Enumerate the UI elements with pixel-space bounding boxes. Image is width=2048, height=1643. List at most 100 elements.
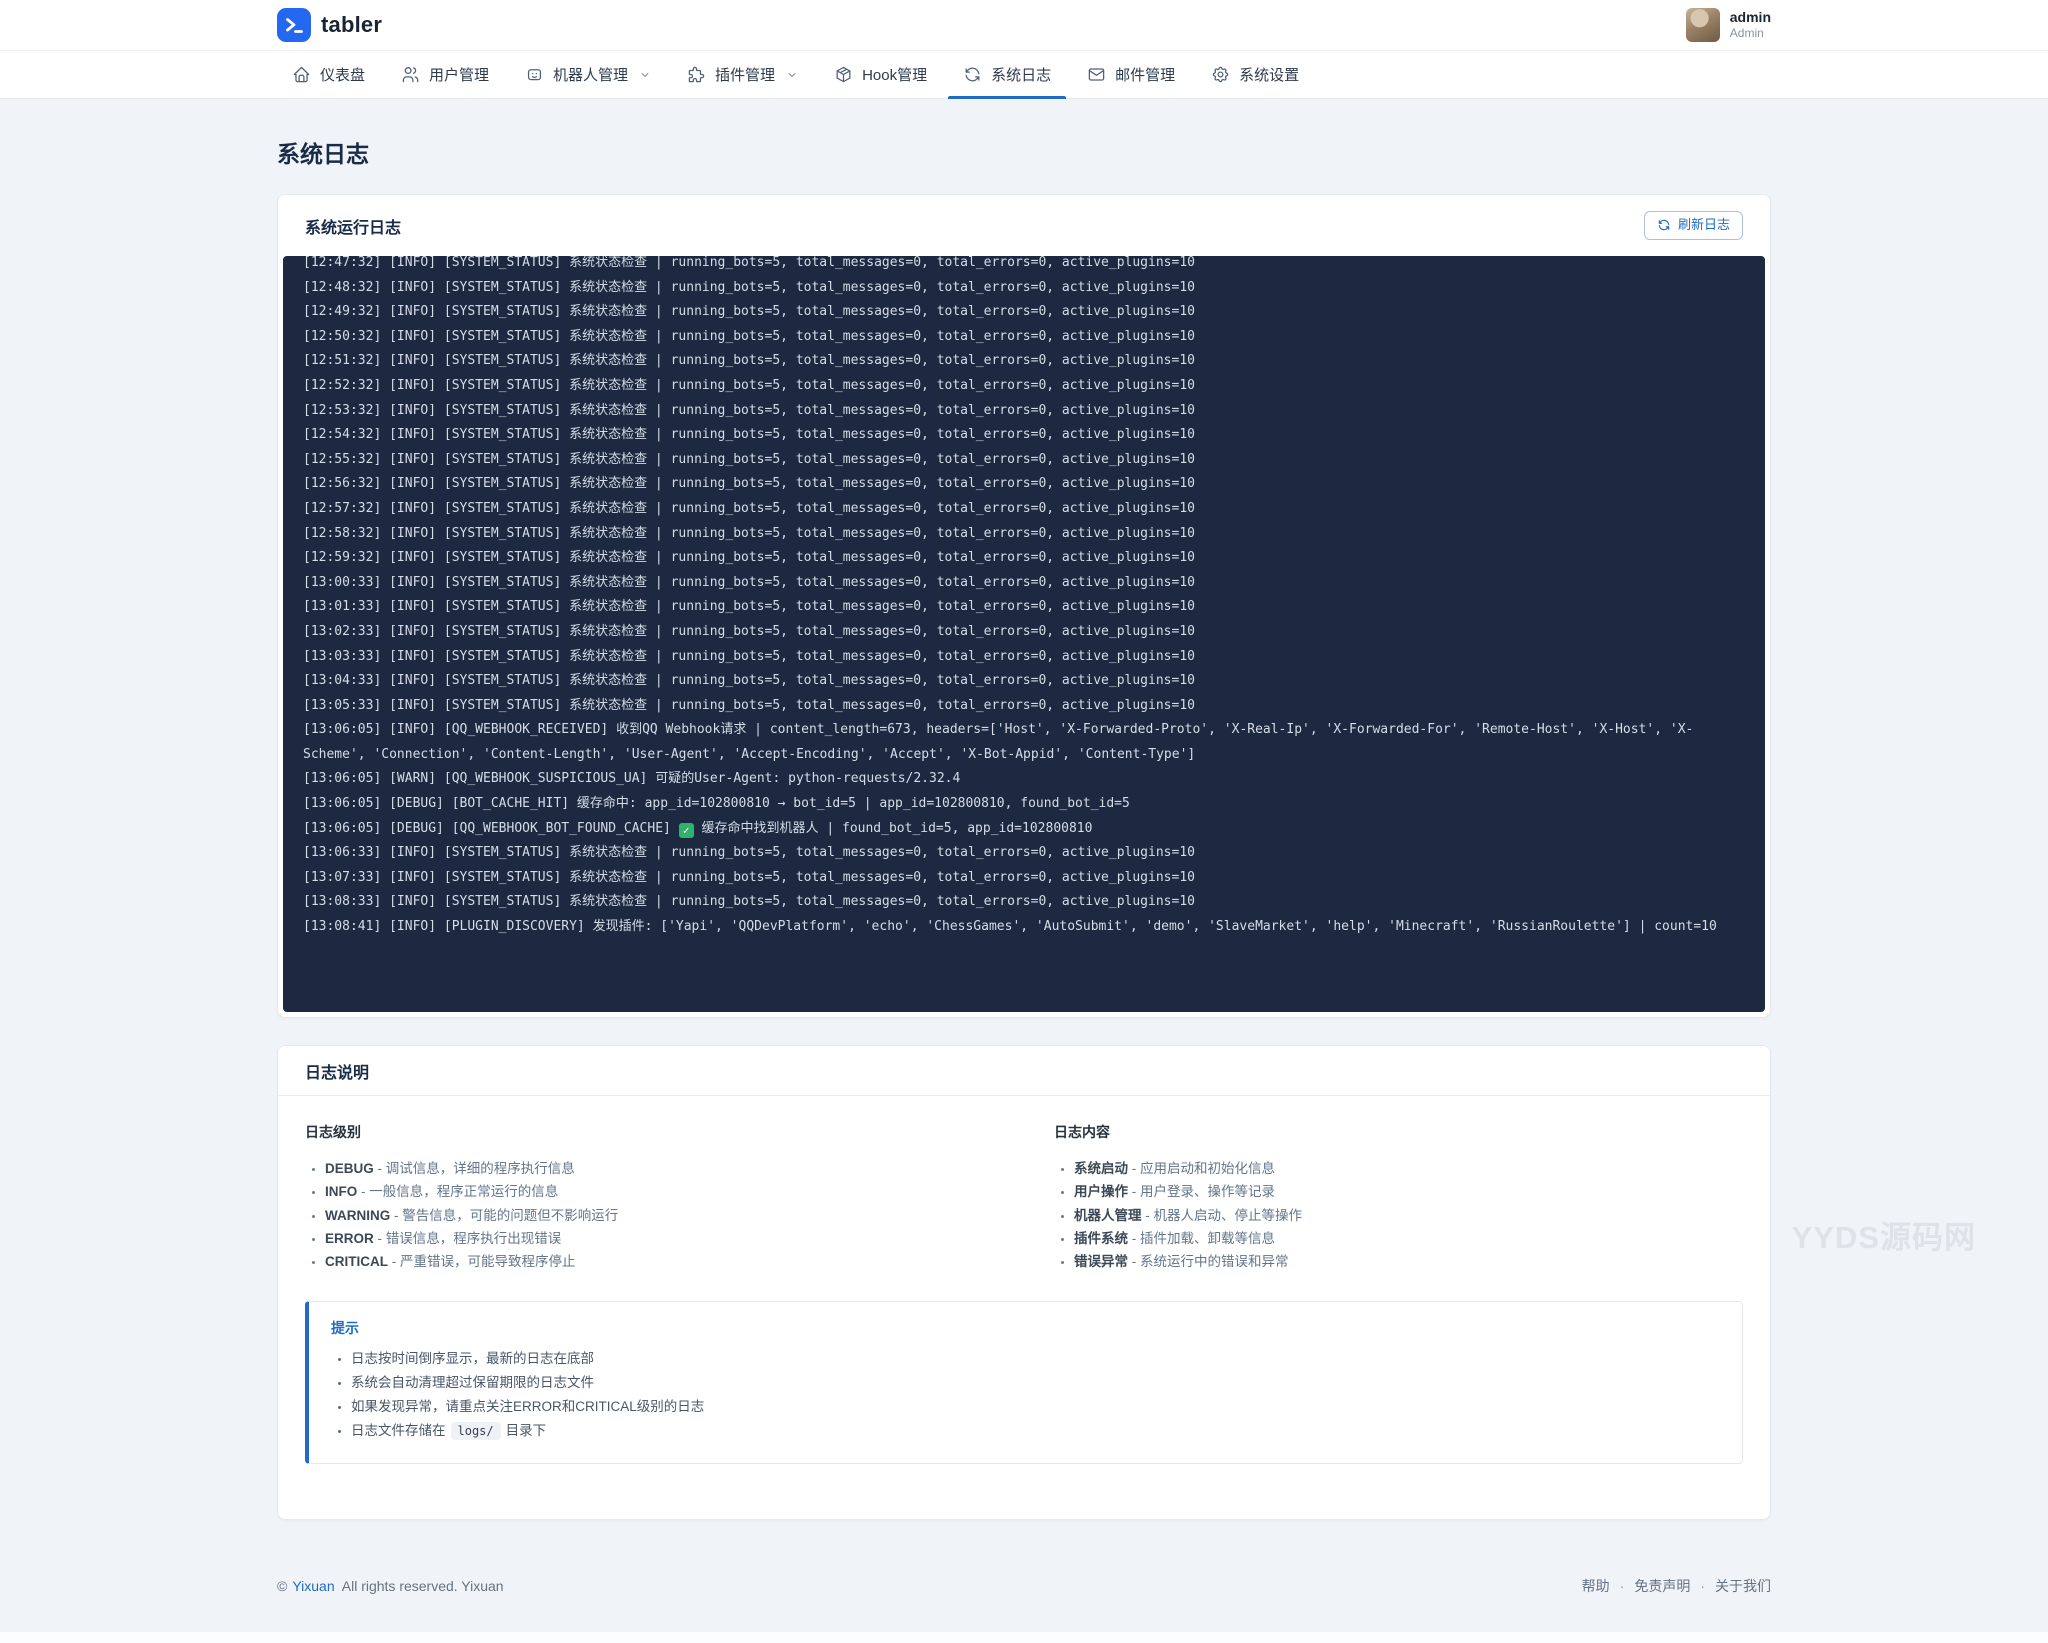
- nav-item-robot[interactable]: 机器人管理: [510, 51, 666, 98]
- log-line: [12:54:32] [INFO] [SYSTEM_STATUS] 系统状态检查…: [303, 423, 1745, 448]
- log-line: [13:06:33] [INFO] [SYSTEM_STATUS] 系统状态检查…: [303, 841, 1745, 866]
- list-item: CRITICAL - 严重错误，可能导致程序停止: [325, 1250, 994, 1273]
- log-line: [13:03:33] [INFO] [SYSTEM_STATUS] 系统状态检查…: [303, 645, 1745, 670]
- log-line: [13:06:05] [WARN] [QQ_WEBHOOK_SUSPICIOUS…: [303, 767, 1745, 792]
- nav-item-label: 系统设置: [1239, 64, 1299, 85]
- list-item: ERROR - 错误信息，程序执行出现错误: [325, 1227, 994, 1250]
- list-item: 错误异常 - 系统运行中的错误和异常: [1074, 1250, 1743, 1273]
- log-line: [12:58:32] [INFO] [SYSTEM_STATUS] 系统状态检查…: [303, 522, 1745, 547]
- log-line: [12:57:32] [INFO] [SYSTEM_STATUS] 系统状态检查…: [303, 497, 1745, 522]
- tip-box: 提示 日志按时间倒序显示，最新的日志在底部系统会自动清理超过保留期限的日志文件如…: [305, 1301, 1743, 1464]
- tip-item: 日志文件存储在logs/目录下: [351, 1419, 1720, 1443]
- list-item: 机器人管理 - 机器人启动、停止等操作: [1074, 1204, 1743, 1227]
- footer: © Yixuan All rights reserved. Yixuan 帮助 · 免…: [277, 1576, 1771, 1616]
- main-nav: 仪表盘 用户管理机器人管理 插件管理 Hook管理 系统日志 邮件管理 系统设置: [0, 50, 2048, 99]
- page-title: 系统日志: [277, 135, 1771, 169]
- footer-brand-link[interactable]: Yixuan: [292, 1578, 334, 1594]
- avatar: [1686, 8, 1720, 42]
- tip-item: 系统会自动清理超过保留期限的日志文件: [351, 1371, 1720, 1395]
- info-card-title: 日志说明: [305, 1059, 369, 1083]
- brand-name: tabler: [321, 12, 382, 38]
- home-icon: [292, 65, 311, 84]
- terminal-prompt-icon: [277, 8, 311, 42]
- log-line: [13:06:05] [INFO] [QQ_WEBHOOK_RECEIVED] …: [303, 718, 1745, 767]
- robot-icon: [525, 65, 544, 84]
- log-contents-section: 日志内容 系统启动 - 应用启动和初始化信息用户操作 - 用户登录、操作等记录机…: [1054, 1122, 1743, 1273]
- copyright-prefix: ©: [277, 1578, 287, 1594]
- log-line: [12:48:32] [INFO] [SYSTEM_STATUS] 系统状态检查…: [303, 276, 1745, 301]
- log-line: [12:55:32] [INFO] [SYSTEM_STATUS] 系统状态检查…: [303, 448, 1745, 473]
- refresh-button-label: 刷新日志: [1678, 217, 1730, 234]
- log-card-title: 系统运行日志: [305, 214, 401, 238]
- nav-item-label: 用户管理: [429, 64, 489, 85]
- user-menu[interactable]: admin Admin: [1686, 8, 1771, 42]
- log-line: [13:05:33] [INFO] [SYSTEM_STATUS] 系统状态检查…: [303, 694, 1745, 719]
- nav-item-home[interactable]: 仪表盘: [277, 51, 380, 98]
- log-levels-section: 日志级别 DEBUG - 调试信息，详细的程序执行信息INFO - 一般信息，程…: [305, 1122, 994, 1273]
- tip-item: 日志按时间倒序显示，最新的日志在底部: [351, 1347, 1720, 1371]
- check-icon: ✓: [679, 823, 694, 838]
- tip-list: 日志按时间倒序显示，最新的日志在底部系统会自动清理超过保留期限的日志文件如果发现…: [331, 1347, 1720, 1443]
- watermark: YYDS源码网: [1792, 1212, 1976, 1257]
- nav-item-package[interactable]: Hook管理: [819, 51, 942, 98]
- nav-item-label: 邮件管理: [1115, 64, 1175, 85]
- log-levels-heading: 日志级别: [305, 1122, 994, 1142]
- log-line: [12:56:32] [INFO] [SYSTEM_STATUS] 系统状态检查…: [303, 472, 1745, 497]
- nav-item-gear[interactable]: 系统设置: [1196, 51, 1314, 98]
- list-item: INFO - 一般信息，程序正常运行的信息: [325, 1180, 994, 1203]
- nav-item-label: 插件管理: [715, 64, 775, 85]
- tip-item: 如果发现异常，请重点关注ERROR和CRITICAL级别的日志: [351, 1395, 1720, 1419]
- nav-item-refresh[interactable]: 系统日志: [948, 51, 1066, 98]
- nav-item-label: 系统日志: [991, 64, 1051, 85]
- nav-item-mail[interactable]: 邮件管理: [1072, 51, 1190, 98]
- log-line: [12:59:32] [INFO] [SYSTEM_STATUS] 系统状态检查…: [303, 546, 1745, 571]
- puzzle-icon: [687, 65, 706, 84]
- nav-item-users[interactable]: 用户管理: [386, 51, 504, 98]
- code-chip: logs/: [451, 1422, 501, 1440]
- log-line: [12:52:32] [INFO] [SYSTEM_STATUS] 系统状态检查…: [303, 374, 1745, 399]
- footer-links: 帮助·免责声明·关于我们: [1582, 1576, 1771, 1596]
- nav-item-label: Hook管理: [862, 64, 927, 85]
- refresh-logs-button[interactable]: 刷新日志: [1644, 211, 1743, 240]
- log-line: [13:06:05] [DEBUG] [QQ_WEBHOOK_BOT_FOUND…: [303, 817, 1745, 842]
- users-icon: [401, 65, 420, 84]
- log-contents-heading: 日志内容: [1054, 1122, 1743, 1142]
- nav-item-puzzle[interactable]: 插件管理: [672, 51, 813, 98]
- refresh-icon: [963, 65, 982, 84]
- footer-link[interactable]: 帮助: [1582, 1578, 1610, 1594]
- log-line: [12:49:32] [INFO] [SYSTEM_STATUS] 系统状态检查…: [303, 300, 1745, 325]
- page-content: 系统日志 系统运行日志 刷新日志 [12:47:32] [INFO] [SYST…: [277, 135, 1771, 1616]
- chevron-down-icon: [639, 69, 651, 81]
- list-item: 用户操作 - 用户登录、操作等记录: [1074, 1180, 1743, 1203]
- log-card: 系统运行日志 刷新日志 [12:47:32] [INFO] [SYSTEM_ST…: [277, 194, 1771, 1018]
- footer-link[interactable]: 免责声明: [1634, 1578, 1690, 1594]
- log-contents-list: 系统启动 - 应用启动和初始化信息用户操作 - 用户登录、操作等记录机器人管理 …: [1054, 1157, 1743, 1273]
- nav-item-label: 仪表盘: [320, 64, 365, 85]
- user-role: Admin: [1730, 26, 1771, 41]
- log-line: [13:06:05] [DEBUG] [BOT_CACHE_HIT] 缓存命中:…: [303, 792, 1745, 817]
- user-name: admin: [1730, 9, 1771, 27]
- log-line: [13:07:33] [INFO] [SYSTEM_STATUS] 系统状态检查…: [303, 866, 1745, 891]
- copyright: © Yixuan All rights reserved. Yixuan: [277, 1578, 504, 1594]
- log-line: [13:08:41] [INFO] [PLUGIN_DISCOVERY] 发现插…: [303, 915, 1745, 940]
- tip-title: 提示: [331, 1318, 1720, 1338]
- chevron-down-icon: [786, 69, 798, 81]
- package-icon: [834, 65, 853, 84]
- footer-link-separator: ·: [1620, 1578, 1625, 1594]
- log-line: [13:01:33] [INFO] [SYSTEM_STATUS] 系统状态检查…: [303, 595, 1745, 620]
- log-line: [13:08:33] [INFO] [SYSTEM_STATUS] 系统状态检查…: [303, 890, 1745, 915]
- gear-icon: [1211, 65, 1230, 84]
- list-item: 插件系统 - 插件加载、卸载等信息: [1074, 1227, 1743, 1250]
- log-levels-list: DEBUG - 调试信息，详细的程序执行信息INFO - 一般信息，程序正常运行…: [305, 1157, 994, 1273]
- list-item: DEBUG - 调试信息，详细的程序执行信息: [325, 1157, 994, 1180]
- bottom-strip: [0, 1632, 2048, 1643]
- brand[interactable]: tabler: [277, 8, 382, 42]
- log-output[interactable]: [12:47:32] [INFO] [SYSTEM_STATUS] 系统状态检查…: [283, 256, 1765, 1012]
- log-line: [12:53:32] [INFO] [SYSTEM_STATUS] 系统状态检查…: [303, 399, 1745, 424]
- topbar: tabler admin Admin: [0, 0, 2048, 50]
- log-info-card: 日志说明 日志级别 DEBUG - 调试信息，详细的程序执行信息INFO - 一…: [277, 1045, 1771, 1520]
- log-line: [12:51:32] [INFO] [SYSTEM_STATUS] 系统状态检查…: [303, 349, 1745, 374]
- copyright-suffix: All rights reserved. Yixuan: [339, 1578, 504, 1594]
- footer-link[interactable]: 关于我们: [1715, 1578, 1771, 1594]
- log-line: [13:02:33] [INFO] [SYSTEM_STATUS] 系统状态检查…: [303, 620, 1745, 645]
